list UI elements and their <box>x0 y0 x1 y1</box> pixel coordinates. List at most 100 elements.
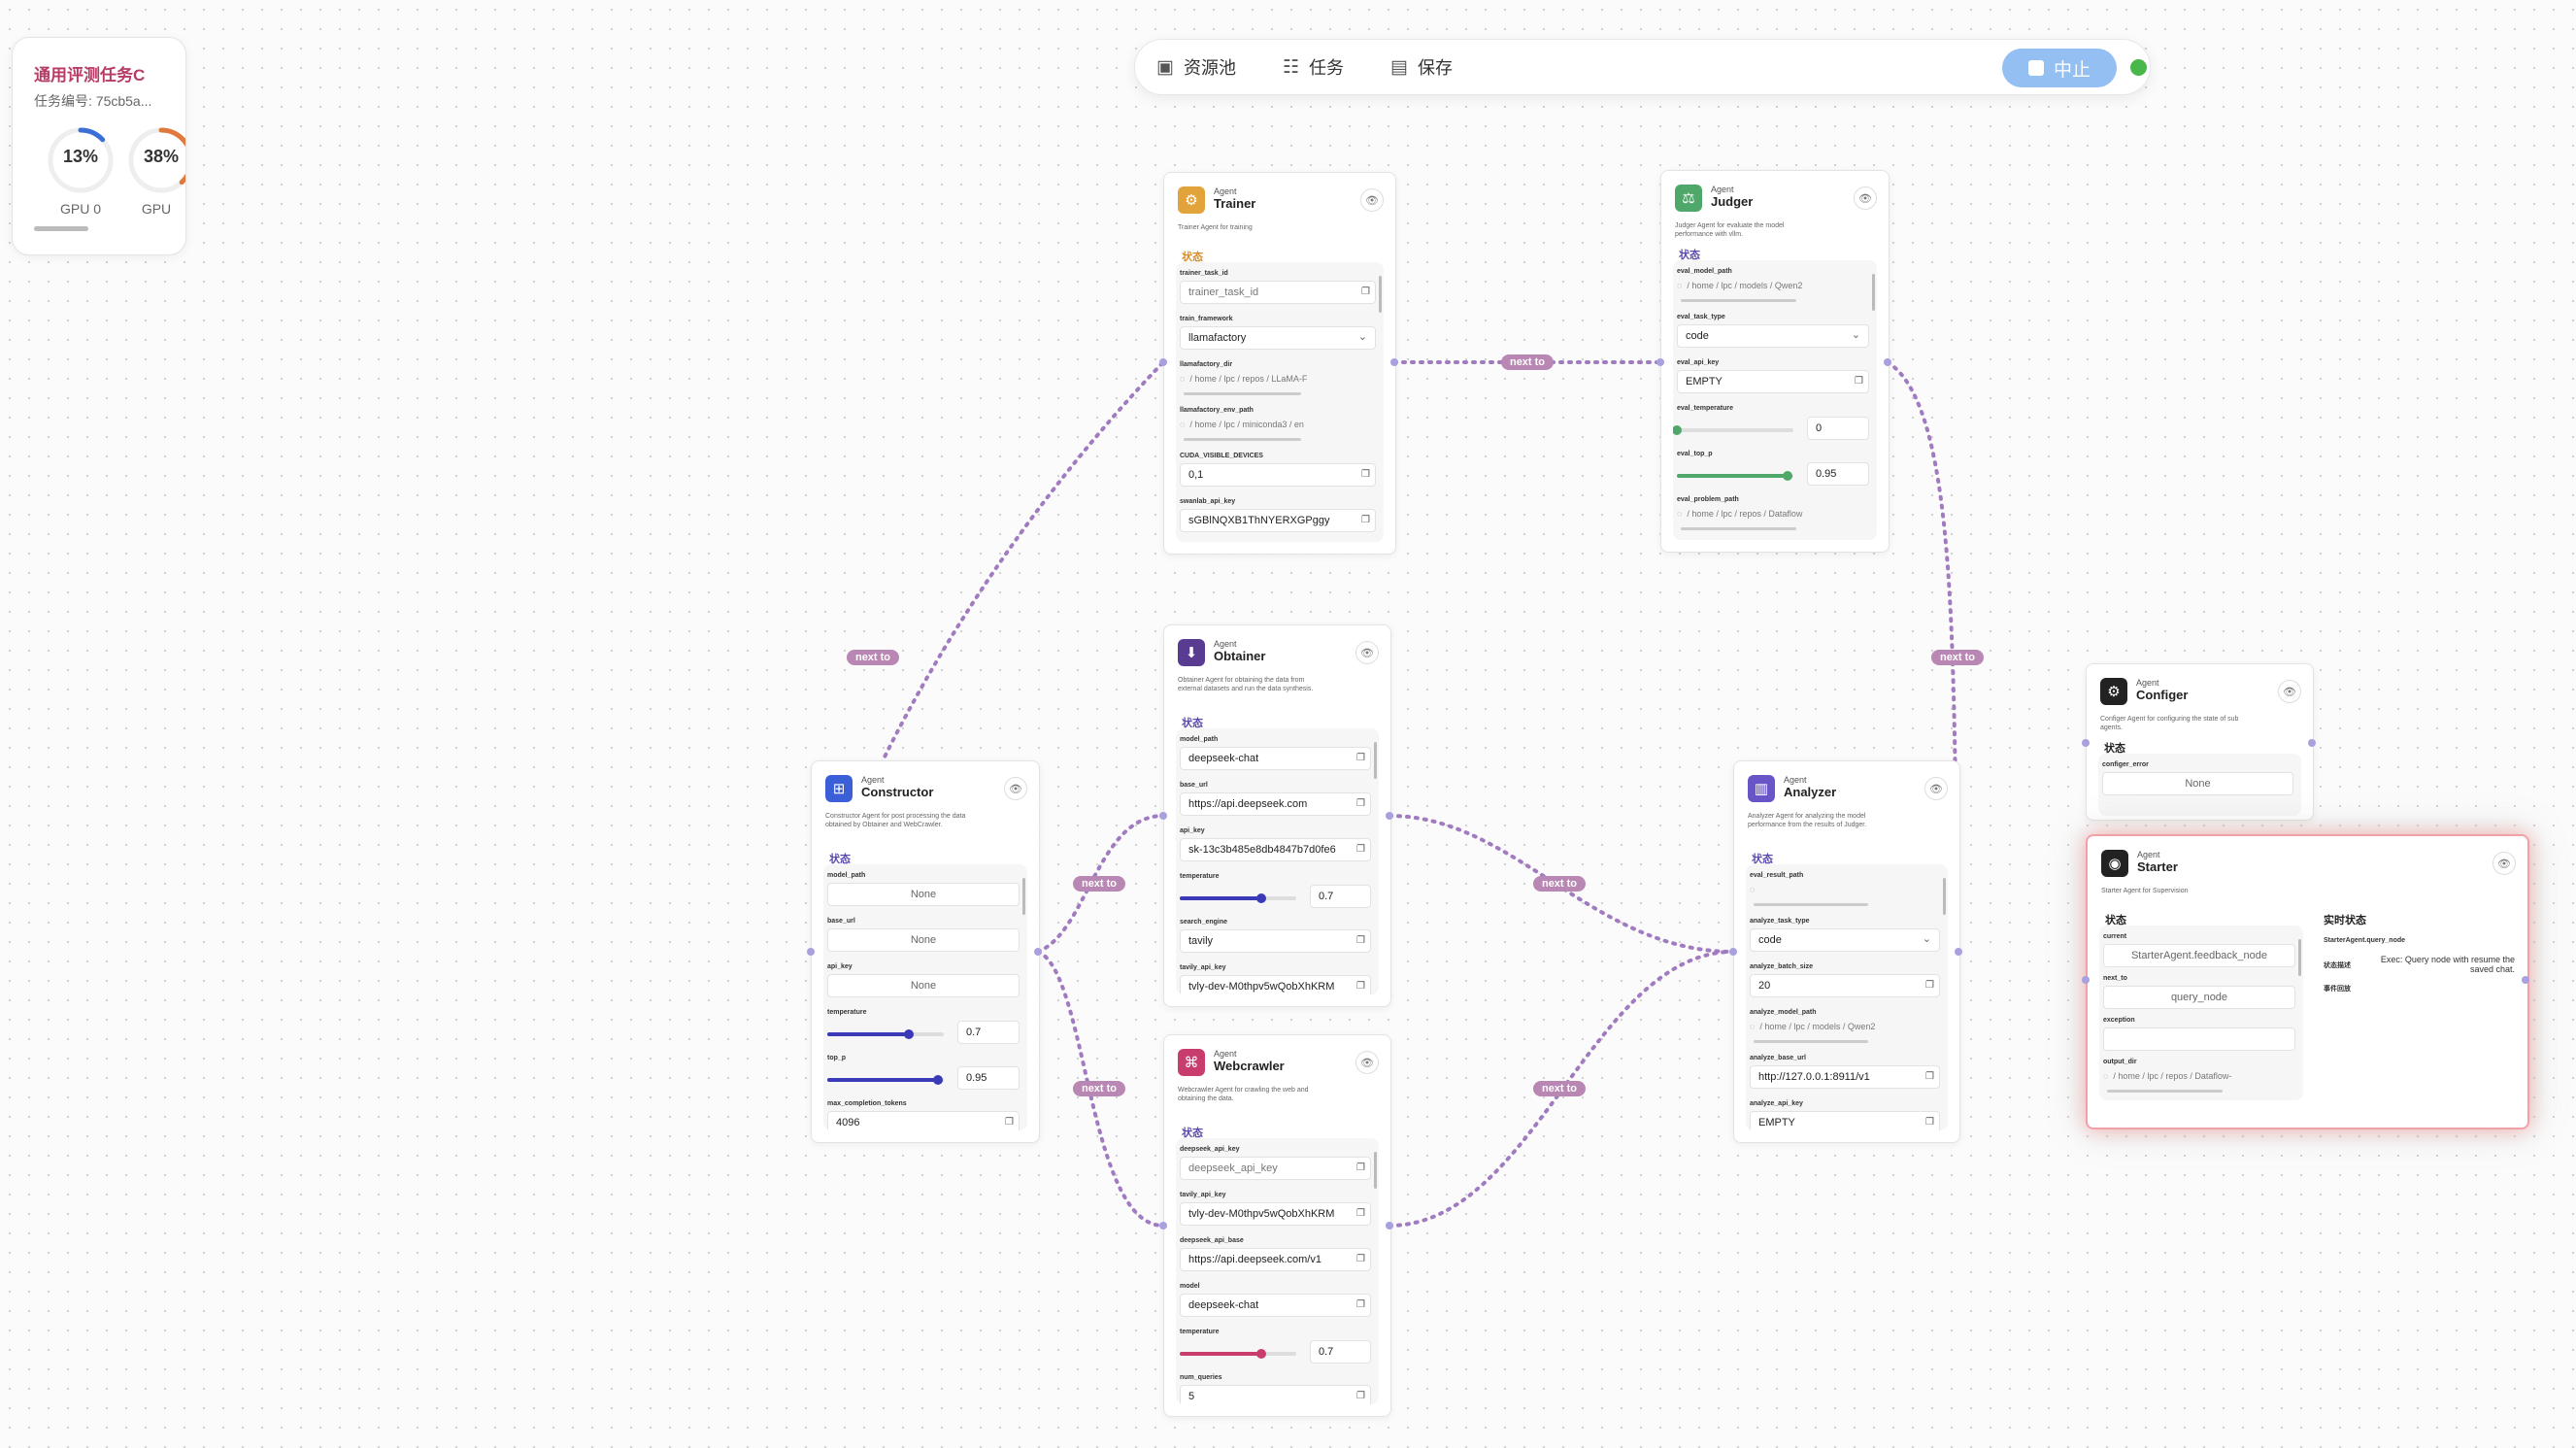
field-number-input[interactable]: 0.95 <box>957 1066 1020 1090</box>
slider-handle[interactable] <box>1256 893 1266 903</box>
field-slider[interactable] <box>1180 1349 1296 1359</box>
connection-handle[interactable] <box>1159 812 1167 820</box>
agent-node-obtainer[interactable]: ⬇ Agent Obtainer 👁 Obtainer Agent for obtain… <box>1163 624 1391 1007</box>
slider-handle[interactable] <box>1673 425 1682 435</box>
panel-scrollbar[interactable] <box>1872 274 1875 311</box>
field-path[interactable]: ◌ / home / lpc / models / Qwen2 <box>1750 1022 1940 1039</box>
connection-handle[interactable] <box>2082 976 2090 984</box>
connection-handle[interactable] <box>1159 358 1167 366</box>
connection-handle[interactable] <box>2082 739 2090 747</box>
panel-scrollbar[interactable] <box>1022 878 1025 915</box>
field-slider[interactable] <box>1673 425 1793 435</box>
copy-icon[interactable]: ❐ <box>1361 469 1370 480</box>
path-scrollbar[interactable] <box>1184 438 1302 441</box>
field-input[interactable]: 0,1 <box>1180 463 1376 487</box>
connection-handle[interactable] <box>1729 948 1737 956</box>
path-scrollbar[interactable] <box>2107 1090 2223 1093</box>
field-input[interactable]: sGBlNQXB1ThNYERXGPggy <box>1180 509 1376 532</box>
field-input[interactable]: None <box>827 974 1020 997</box>
field-number-input[interactable]: 0.7 <box>1310 885 1371 908</box>
agent-node-webcrawler[interactable]: ⌘ Agent Webcrawler 👁 Webcrawler Agent for cr… <box>1163 1034 1391 1417</box>
connection-handle[interactable] <box>2522 976 2529 984</box>
field-path[interactable]: ◌ / home / lpc / models / Qwen2 <box>1677 281 1869 298</box>
field-input[interactable]: tavily <box>1180 929 1371 953</box>
field-input[interactable]: EMPTY <box>1677 370 1869 393</box>
copy-icon[interactable]: ❐ <box>1356 981 1365 992</box>
field-input[interactable]: deepseek_api_key <box>1180 1157 1371 1180</box>
path-scrollbar[interactable] <box>1754 1040 1868 1043</box>
field-path[interactable]: ◌ / home / lpc / repos / LLaMA-F <box>1180 374 1376 391</box>
copy-icon[interactable]: ❐ <box>1005 1117 1014 1128</box>
panel-scrollbar[interactable] <box>1374 742 1377 779</box>
field-path[interactable]: ◌ / home / lpc / repos / Dataflow <box>1677 509 1869 526</box>
eye-icon[interactable]: 👁 <box>1355 641 1379 664</box>
copy-icon[interactable]: ❐ <box>1356 1391 1365 1401</box>
field-slider[interactable] <box>1180 893 1296 903</box>
copy-icon[interactable]: ❐ <box>1356 844 1365 855</box>
agent-node-starter[interactable]: ◉ Agent Starter 👁 Starter Agent for Supervis… <box>2086 834 2529 1129</box>
path-scrollbar[interactable] <box>1681 299 1796 302</box>
copy-icon[interactable]: ❐ <box>1361 286 1370 297</box>
panel-scrollbar[interactable] <box>1379 276 1382 313</box>
field-number-input[interactable]: 0.95 <box>1807 462 1869 486</box>
field-number-input[interactable]: 0.7 <box>1310 1340 1371 1364</box>
eye-icon[interactable]: 👁 <box>2278 680 2301 703</box>
agent-node-trainer[interactable]: ⚙ Agent Trainer 👁 Trainer Agent for training… <box>1163 172 1396 555</box>
eye-icon[interactable]: 👁 <box>1854 186 1877 210</box>
field-number-input[interactable]: 0 <box>1807 417 1869 440</box>
tasks-button[interactable]: ☷ 任务 <box>1283 53 1344 81</box>
copy-icon[interactable]: ❐ <box>1356 1162 1365 1173</box>
copy-icon[interactable]: ❐ <box>1356 1254 1365 1264</box>
panel-scrollbar[interactable] <box>1943 878 1946 915</box>
eye-icon[interactable]: 👁 <box>1360 188 1384 212</box>
copy-icon[interactable]: ❐ <box>1925 1117 1934 1128</box>
connection-handle[interactable] <box>2308 739 2316 747</box>
field-slider[interactable] <box>1677 471 1793 481</box>
eye-icon[interactable]: 👁 <box>1004 777 1027 800</box>
agent-node-judger[interactable]: ⚖ Agent Judger 👁 Judger Agent for evaluate t… <box>1660 170 1890 553</box>
connection-handle[interactable] <box>1390 358 1398 366</box>
field-input[interactable]: https://api.deepseek.com/v1 <box>1180 1248 1371 1271</box>
copy-icon[interactable]: ❐ <box>1925 1071 1934 1082</box>
field-input[interactable]: code <box>1750 928 1940 952</box>
field-path[interactable]: ◌ / home / lpc / repos / Dataflow- <box>2103 1071 2295 1089</box>
eye-icon[interactable]: 👁 <box>1924 777 1948 800</box>
connection-handle[interactable] <box>1884 358 1891 366</box>
agent-node-configer[interactable]: ⚙ Agent Configer 👁 Configer Agent for config… <box>2086 663 2314 821</box>
field-input[interactable]: https://api.deepseek.com <box>1180 792 1371 816</box>
connection-handle[interactable] <box>1386 812 1393 820</box>
connection-handle[interactable] <box>807 948 815 956</box>
field-input[interactable] <box>2103 1027 2295 1051</box>
field-input[interactable]: None <box>827 928 1020 952</box>
field-input[interactable]: tvly-dev-M0thpv5wQobXhKRM <box>1180 975 1371 994</box>
field-input[interactable]: deepseek-chat <box>1180 747 1371 770</box>
field-input[interactable]: query_node <box>2103 986 2295 1009</box>
field-input[interactable]: None <box>827 883 1020 906</box>
copy-icon[interactable]: ❐ <box>1925 980 1934 991</box>
connection-handle[interactable] <box>1159 1222 1167 1229</box>
connection-handle[interactable] <box>1656 358 1664 366</box>
field-input[interactable]: 5 <box>1180 1385 1371 1404</box>
stop-button[interactable]: 中止 <box>2002 49 2117 87</box>
field-input[interactable]: llamafactory <box>1180 326 1376 350</box>
field-number-input[interactable]: 0.7 <box>957 1021 1020 1044</box>
slider-handle[interactable] <box>1256 1349 1266 1359</box>
field-slider[interactable] <box>827 1075 944 1085</box>
field-input[interactable]: trainer_task_id <box>1180 281 1376 304</box>
save-button[interactable]: ▤ 保存 <box>1390 53 1453 81</box>
field-path[interactable]: ◌ <box>1750 885 1940 902</box>
copy-icon[interactable]: ❐ <box>1356 1299 1365 1310</box>
field-input[interactable]: 20 <box>1750 974 1940 997</box>
slider-handle[interactable] <box>933 1075 943 1085</box>
path-scrollbar[interactable] <box>1754 903 1868 906</box>
field-path[interactable]: ◌ / home / lpc / miniconda3 / en <box>1180 420 1376 437</box>
field-slider[interactable] <box>827 1029 944 1039</box>
field-input[interactable]: tvly-dev-M0thpv5wQobXhKRM <box>1180 1202 1371 1226</box>
field-input[interactable]: None <box>2102 772 2293 795</box>
connection-handle[interactable] <box>1034 948 1042 956</box>
slider-handle[interactable] <box>904 1029 914 1039</box>
field-input[interactable]: StarterAgent.feedback_node <box>2103 944 2295 967</box>
slider-handle[interactable] <box>1783 471 1792 481</box>
field-input[interactable]: 4096 <box>827 1111 1020 1130</box>
field-input[interactable]: sk-13c3b485e8db4847b7d0fe6 <box>1180 838 1371 861</box>
